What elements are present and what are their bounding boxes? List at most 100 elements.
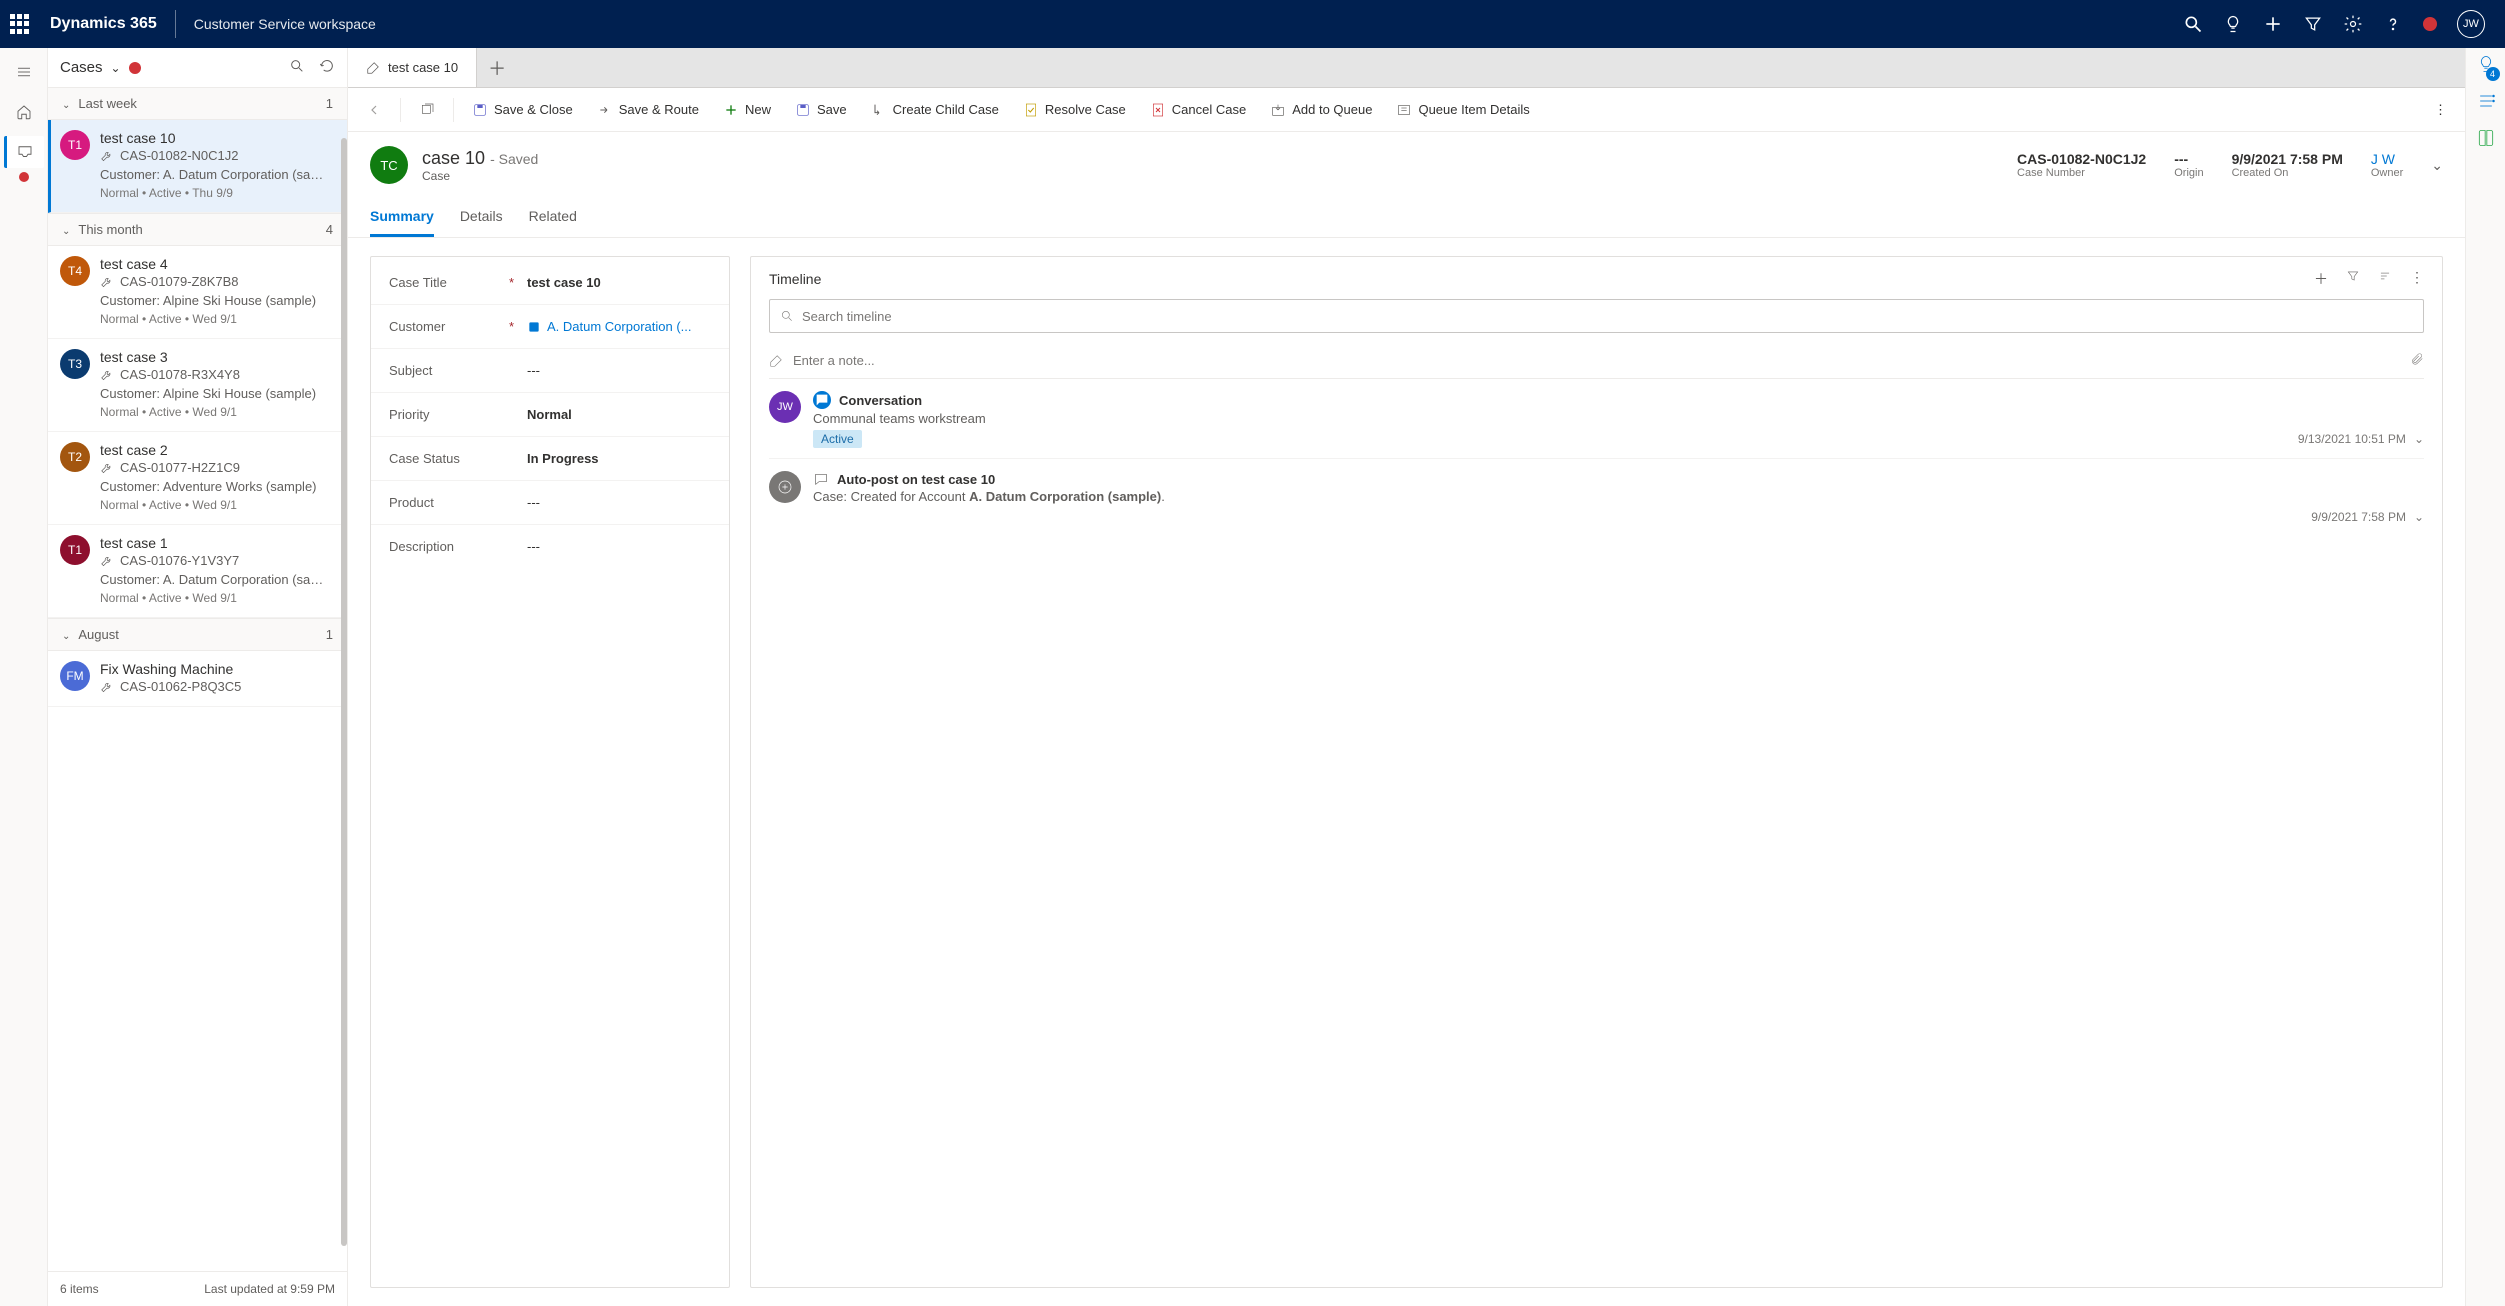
session-tab-label: test case 10 [388, 60, 458, 75]
add-to-queue-button[interactable]: Add to Queue [1260, 96, 1382, 124]
user-avatar[interactable]: JW [2457, 10, 2485, 38]
cancel-case-button[interactable]: Cancel Case [1140, 96, 1256, 124]
agent-scripts-icon[interactable] [2476, 91, 2496, 114]
divider [175, 10, 176, 38]
add-icon[interactable] [2263, 14, 2283, 34]
timeline-filter-icon[interactable] [2346, 269, 2360, 289]
open-new-window-button[interactable] [409, 96, 445, 124]
presence-status-icon[interactable] [2423, 17, 2437, 31]
tab-details[interactable]: Details [460, 198, 503, 237]
record-badge: TC [370, 146, 408, 184]
tab-summary[interactable]: Summary [370, 198, 434, 237]
pencil-icon [769, 354, 783, 368]
timeline-avatar [769, 471, 801, 503]
productivity-pane-icon[interactable]: 4 [2476, 54, 2496, 77]
case-list-item[interactable]: T3 test case 3 CAS-01078-R3X4Y8 Customer… [48, 339, 347, 432]
case-list-panel: Cases ⌄ ⌄Last week1 T1 test case 10 CAS-… [48, 48, 348, 1306]
list-refresh-icon[interactable] [319, 58, 335, 77]
field-value: --- [521, 495, 711, 510]
chevron-down-icon[interactable]: ⌄ [2414, 510, 2424, 524]
timeline-note-input[interactable]: Enter a note... [769, 343, 2424, 379]
case-group-header[interactable]: ⌄This month4 [48, 213, 347, 246]
status-badge: Active [813, 430, 862, 448]
search-icon[interactable] [2183, 14, 2203, 34]
case-item-number: CAS-01079-Z8K7B8 [100, 274, 335, 289]
header-field[interactable]: J WOwner [2371, 151, 2403, 179]
back-button[interactable] [356, 96, 392, 124]
timeline-item[interactable]: JW Conversation Communal teams workstrea… [769, 379, 2424, 459]
case-group-header[interactable]: ⌄Last week1 [48, 87, 347, 120]
case-list-view-selector[interactable]: Cases ⌄ [60, 59, 141, 76]
attachment-icon[interactable] [2410, 352, 2424, 369]
case-item-customer: Customer: A. Datum Corporation (sampl... [100, 572, 330, 587]
field-label: Product [389, 495, 509, 510]
timeline-item-desc: Case: Created for Account A. Datum Corpo… [813, 489, 2424, 504]
header-field: 9/9/2021 7:58 PMCreated On [2232, 151, 2343, 179]
case-list-item[interactable]: T2 test case 2 CAS-01077-H2Z1C9 Customer… [48, 432, 347, 525]
form-field-row[interactable]: Subject--- [371, 349, 729, 393]
new-tab-button[interactable]: ＋ [477, 48, 517, 87]
case-list-item[interactable]: T4 test case 4 CAS-01079-Z8K7B8 Customer… [48, 246, 347, 339]
case-group-header[interactable]: ⌄August1 [48, 618, 347, 651]
form-field-row[interactable]: Case StatusIn Progress [371, 437, 729, 481]
header-expand-icon[interactable]: ⌄ [2431, 157, 2443, 174]
case-item-customer: Customer: Alpine Ski House (sample) [100, 293, 330, 308]
help-icon[interactable] [2383, 14, 2403, 34]
new-button[interactable]: New [713, 96, 781, 124]
save-button[interactable]: Save [785, 96, 857, 124]
case-fields-card: Case Title*test case 10Customer*A. Datum… [370, 256, 730, 1288]
timeline-sort-icon[interactable] [2378, 269, 2392, 289]
case-updated-label: Last updated at 9:59 PM [204, 1282, 335, 1296]
tab-related[interactable]: Related [529, 198, 577, 237]
case-item-number: CAS-01077-H2Z1C9 [100, 460, 335, 475]
timeline-item-timestamp: 9/13/2021 10:51 PM ⌄ [2298, 432, 2424, 446]
list-search-icon[interactable] [289, 58, 305, 77]
notification-dot-icon [19, 172, 29, 182]
save-close-button[interactable]: Save & Close [462, 96, 583, 124]
case-item-meta: Normal • Active • Wed 9/1 [100, 591, 335, 605]
session-tab[interactable]: test case 10 [348, 48, 477, 87]
timeline-overflow-icon[interactable]: ⋮ [2410, 269, 2424, 289]
case-list-item[interactable]: T1 test case 10 CAS-01082-N0C1J2 Custome… [48, 120, 347, 213]
knowledge-icon[interactable] [2476, 128, 2496, 151]
inbox-icon[interactable] [4, 136, 44, 168]
saved-indicator: - Saved [490, 151, 538, 167]
field-value: --- [521, 539, 711, 554]
form-field-row[interactable]: Case Title*test case 10 [371, 261, 729, 305]
insights-icon[interactable] [2223, 14, 2243, 34]
field-label: Case Title [389, 275, 509, 290]
field-label: Description [389, 539, 509, 554]
case-item-meta: Normal • Active • Wed 9/1 [100, 405, 335, 419]
field-value: A. Datum Corporation (... [521, 319, 711, 334]
case-item-customer: Customer: Adventure Works (sample) [100, 479, 330, 494]
case-list-item[interactable]: T1 test case 1 CAS-01076-Y1V3Y7 Customer… [48, 525, 347, 618]
create-child-case-button[interactable]: Create Child Case [861, 96, 1009, 124]
hamburger-icon[interactable] [4, 56, 44, 88]
field-label: Subject [389, 363, 509, 378]
top-bar: Dynamics 365 Customer Service workspace … [0, 0, 2505, 48]
filter-icon[interactable] [2303, 14, 2323, 34]
timeline-add-icon[interactable]: ＋ [2314, 269, 2328, 289]
settings-icon[interactable] [2343, 14, 2363, 34]
form-field-row[interactable]: Product --- [371, 481, 729, 525]
home-icon[interactable] [4, 96, 44, 128]
overflow-button[interactable]: ⋮ [2424, 96, 2457, 124]
timeline-note-placeholder: Enter a note... [793, 353, 875, 368]
save-route-button[interactable]: Save & Route [587, 96, 709, 124]
case-list-item[interactable]: FM Fix Washing Machine CAS-01062-P8Q3C5 [48, 651, 347, 707]
timeline-item[interactable]: Auto-post on test case 10 Case: Created … [769, 459, 2424, 536]
queue-item-details-button[interactable]: Queue Item Details [1386, 96, 1539, 124]
case-item-title: test case 10 [100, 130, 335, 146]
case-item-number: CAS-01076-Y1V3Y7 [100, 553, 335, 568]
form-field-row[interactable]: PriorityNormal [371, 393, 729, 437]
case-item-title: test case 4 [100, 256, 335, 272]
timeline-avatar: JW [769, 391, 801, 423]
form-field-row[interactable]: Description --- [371, 525, 729, 568]
case-item-number: CAS-01078-R3X4Y8 [100, 367, 335, 382]
timeline-search-input[interactable]: Search timeline [769, 299, 2424, 333]
scrollbar[interactable] [341, 138, 347, 1246]
app-launcher-icon[interactable] [8, 12, 32, 36]
chevron-down-icon[interactable]: ⌄ [2414, 432, 2424, 446]
form-field-row[interactable]: Customer*A. Datum Corporation (... [371, 305, 729, 349]
resolve-case-button[interactable]: Resolve Case [1013, 96, 1136, 124]
